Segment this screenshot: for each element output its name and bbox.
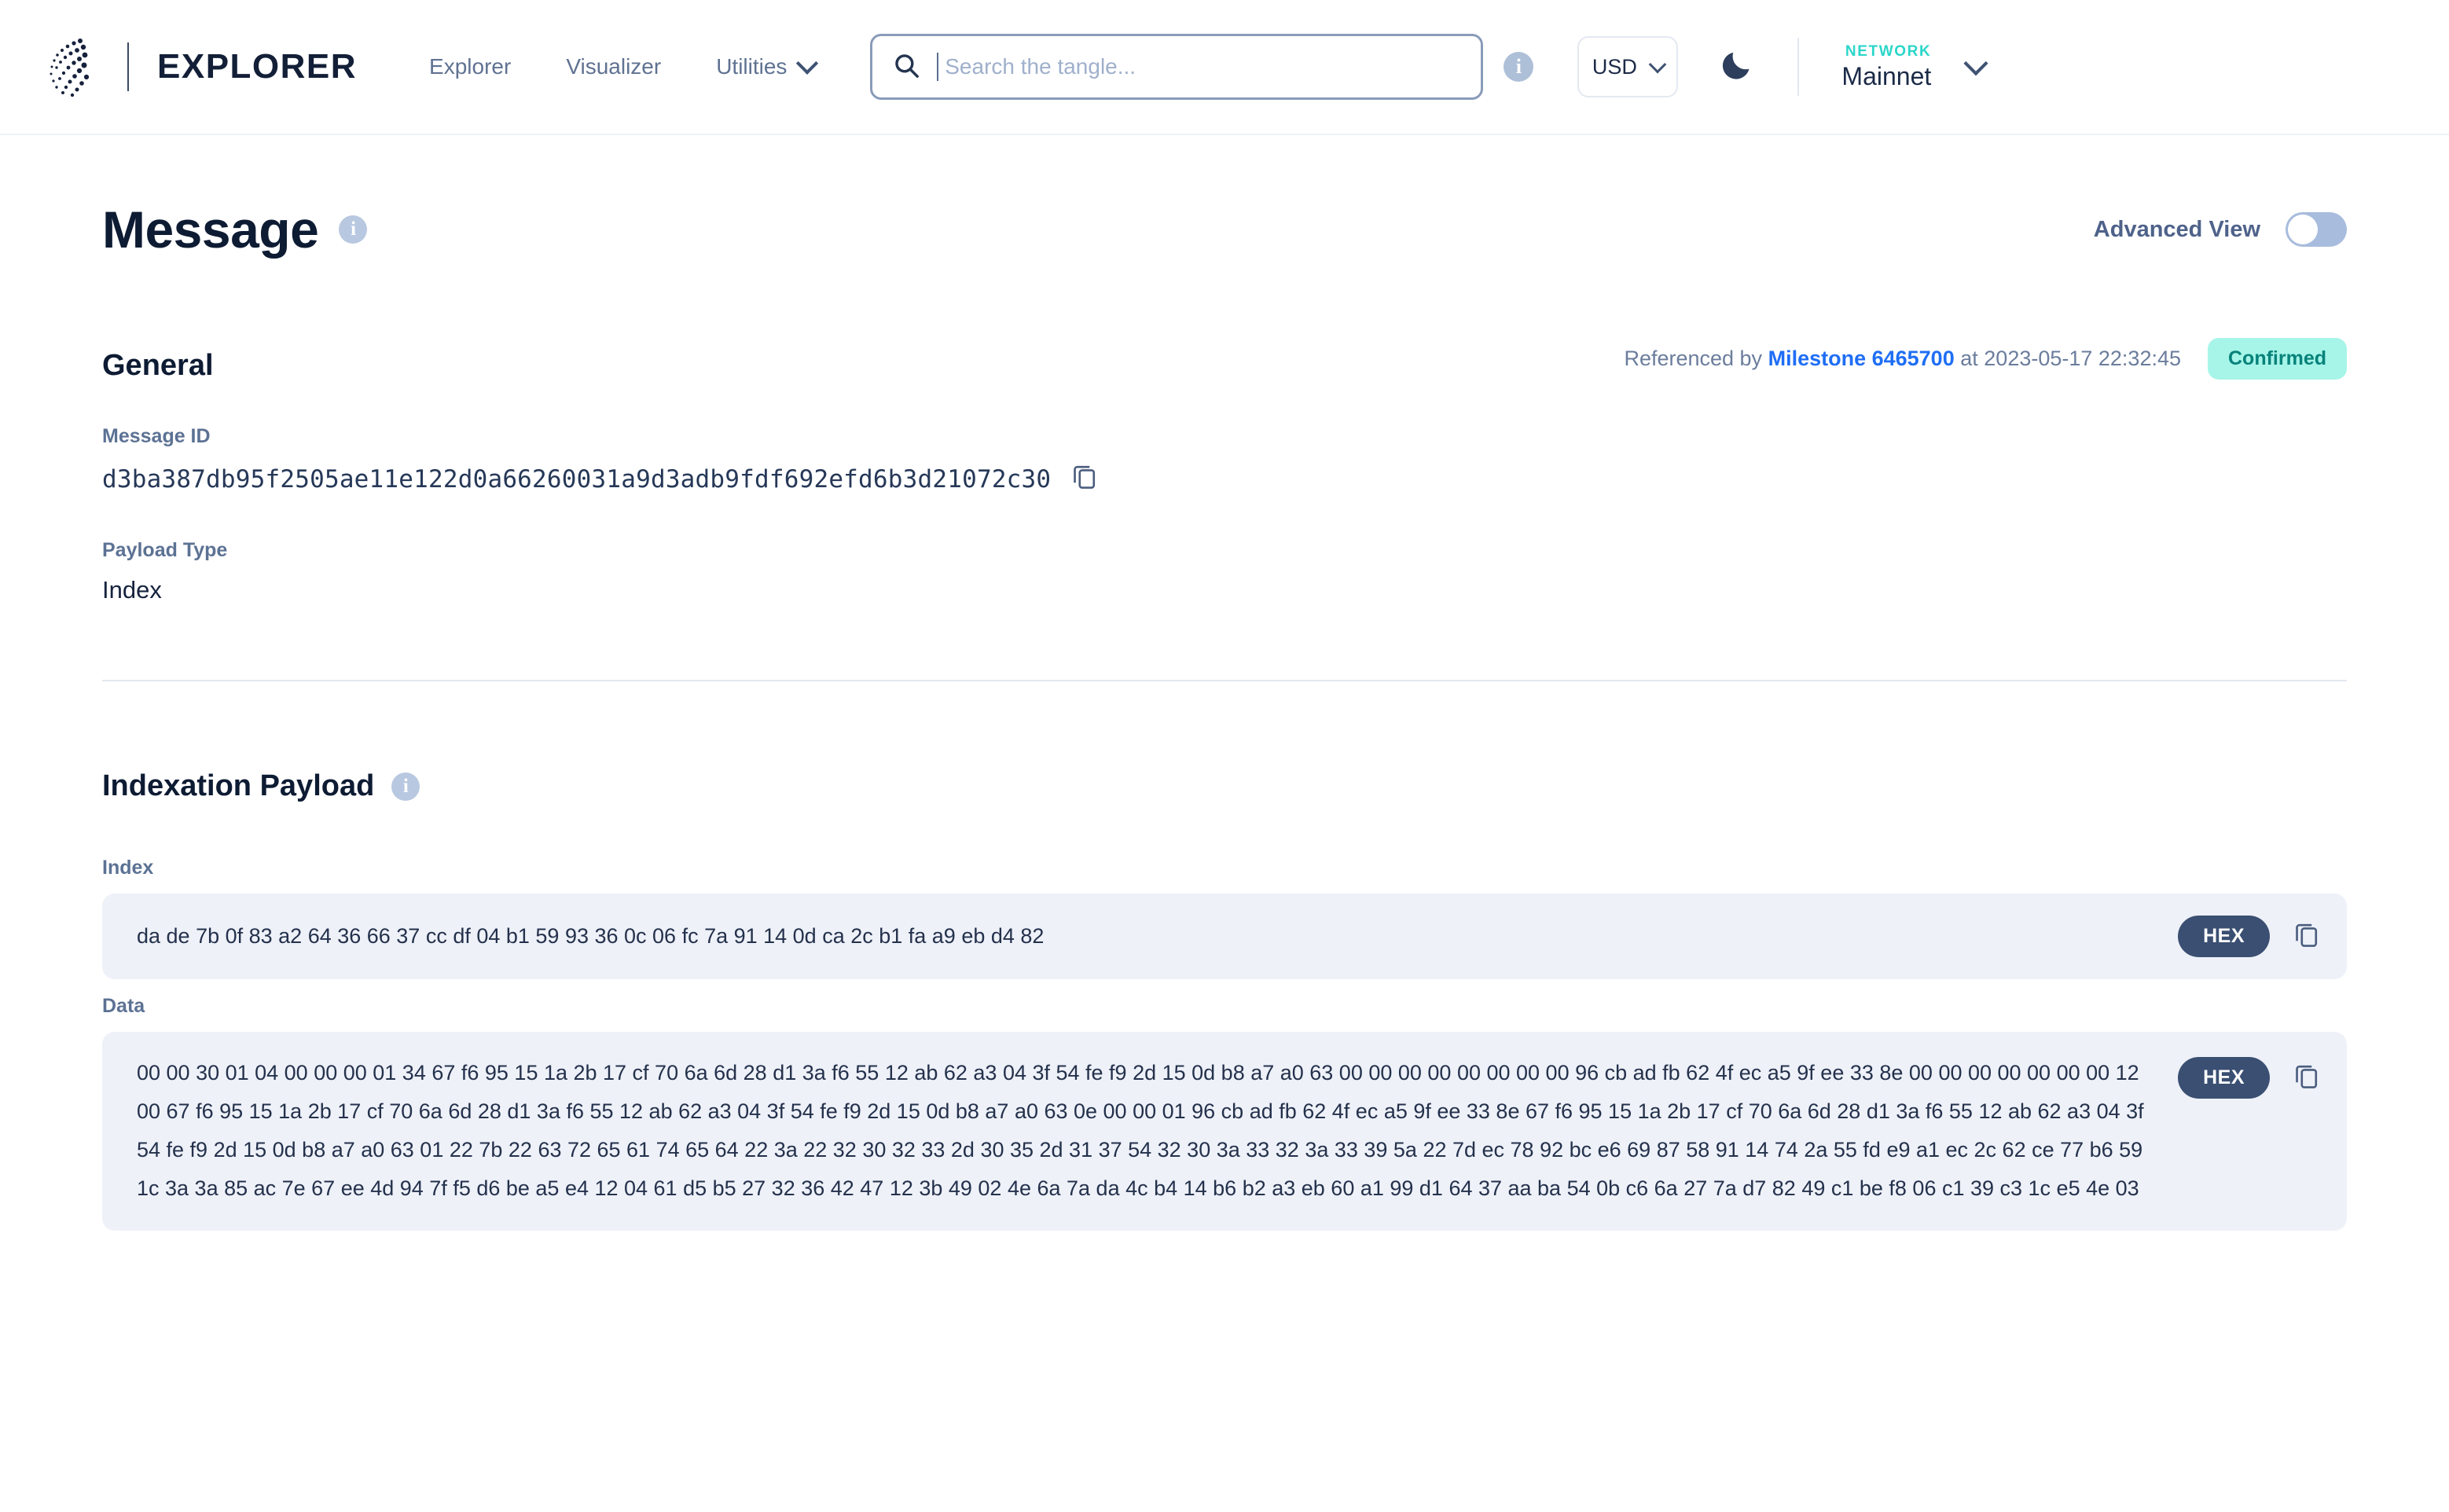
data-hex-box: 00 00 30 01 04 00 00 00 01 34 67 f6 95 1…: [102, 1032, 2347, 1231]
currency-value: USD: [1592, 55, 1637, 79]
indexation-payload-section: Indexation Payload i Index da de 7b 0f 8…: [102, 769, 2347, 1231]
payload-type-field: Payload Type Index: [102, 539, 2347, 604]
search-icon: [893, 52, 937, 83]
referenced-at-prefix: at: [1960, 347, 1978, 370]
section-title-text: General: [102, 349, 214, 383]
chevron-down-icon: [796, 53, 818, 75]
advanced-view-toggle[interactable]: [2286, 212, 2347, 247]
data-hex-value: 00 00 30 01 04 00 00 00 01 34 67 f6 95 1…: [137, 1054, 2154, 1209]
advanced-view-label: Advanced View: [2094, 217, 2260, 243]
page-title-row: Message i Advanced View: [102, 200, 2347, 259]
moon-icon: [1719, 48, 1753, 86]
message-id-value-row: d3ba387db95f2505ae11e122d0a66260031a9d3a…: [102, 462, 2347, 497]
referenced-by-text: Referenced by Milestone 6465700 at 2023-…: [1624, 347, 2181, 371]
nav-label: Explorer: [429, 54, 511, 79]
chevron-down-icon: [1649, 56, 1667, 74]
chevron-down-icon: [1964, 51, 1988, 75]
data-format-badge[interactable]: HEX: [2178, 1057, 2270, 1099]
index-label: Index: [102, 857, 2347, 879]
copy-icon[interactable]: [1071, 462, 1098, 497]
page-title: Message i: [102, 200, 367, 259]
search-box[interactable]: [870, 34, 1483, 100]
data-field: Data 00 00 30 01 04 00 00 00 01 34 67 f6…: [102, 995, 2347, 1231]
page-title-text: Message: [102, 200, 318, 259]
section-divider: [102, 680, 2347, 681]
search-input[interactable]: [943, 53, 1460, 80]
theme-toggle-button[interactable]: [1717, 48, 1755, 86]
index-hex-box: da de 7b 0f 83 a2 64 36 66 37 cc df 04 b…: [102, 894, 2347, 979]
brand-wordmark: EXPLORER: [157, 47, 357, 86]
network-label: NETWORK: [1841, 42, 1931, 61]
nav-item-visualizer[interactable]: Visualizer: [566, 54, 661, 79]
search-area: i: [870, 34, 1533, 100]
general-section-header: General Referenced by Milestone 6465700 …: [102, 338, 2347, 383]
currency-selector[interactable]: USD: [1577, 36, 1678, 97]
index-field: Index da de 7b 0f 83 a2 64 36 66 37 cc d…: [102, 857, 2347, 979]
main-nav: Explorer Visualizer Utilities: [429, 54, 815, 79]
nav-item-utilities[interactable]: Utilities: [716, 54, 815, 79]
network-value: Mainnet: [1841, 61, 1931, 91]
message-id-value: d3ba387db95f2505ae11e122d0a66260031a9d3a…: [102, 465, 1051, 494]
brand-divider: [127, 42, 129, 91]
nav-item-explorer[interactable]: Explorer: [429, 54, 511, 79]
payload-type-label: Payload Type: [102, 539, 2347, 562]
indexation-payload-title: Indexation Payload i: [102, 769, 2347, 803]
milestone-link[interactable]: Milestone 6465700: [1768, 347, 1955, 370]
info-icon[interactable]: i: [339, 215, 367, 244]
message-id-field: Message ID d3ba387db95f2505ae11e122d0a66…: [102, 425, 2347, 497]
section-title-text: Indexation Payload: [102, 769, 374, 803]
reference-info: Referenced by Milestone 6465700 at 2023-…: [1624, 338, 2347, 383]
message-id-label: Message ID: [102, 425, 2347, 448]
app-header: EXPLORER Explorer Visualizer Utilities i…: [0, 0, 2449, 135]
payload-type-value: Index: [102, 576, 2347, 604]
toggle-knob: [2288, 215, 2318, 244]
index-format-badge[interactable]: HEX: [2178, 916, 2270, 957]
referenced-prefix: Referenced by: [1624, 347, 1762, 370]
search-info-icon[interactable]: i: [1504, 52, 1533, 82]
nav-label: Visualizer: [566, 54, 661, 79]
copy-icon[interactable]: [2293, 920, 2320, 952]
data-label: Data: [102, 995, 2347, 1018]
copy-icon[interactable]: [2293, 1062, 2320, 1094]
referenced-timestamp: 2023-05-17 22:32:45: [1984, 347, 2181, 370]
status-badge: Confirmed: [2208, 338, 2347, 380]
index-hex-value: da de 7b 0f 83 a2 64 36 66 37 cc df 04 b…: [137, 917, 2154, 956]
network-selector[interactable]: NETWORK Mainnet: [1841, 42, 1985, 91]
main-content: Message i Advanced View General Referenc…: [0, 200, 2449, 1231]
general-section-title: General: [102, 349, 214, 383]
info-icon[interactable]: i: [391, 773, 420, 801]
advanced-view-control: Advanced View: [2094, 212, 2347, 247]
nav-label: Utilities: [716, 54, 787, 79]
iota-logo-icon: [46, 36, 127, 97]
text-caret: [937, 53, 938, 81]
header-divider: [1797, 38, 1799, 96]
brand[interactable]: EXPLORER: [46, 36, 357, 97]
